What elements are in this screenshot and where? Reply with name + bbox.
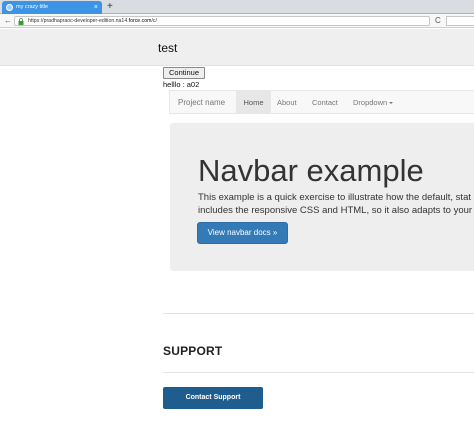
browser-tab[interactable]: my crazy title × — [2, 1, 102, 14]
close-tab-icon[interactable]: × — [94, 1, 98, 14]
jumbotron: Navbar example This example is a quick e… — [170, 123, 474, 271]
nav-item-about[interactable]: About — [277, 91, 297, 114]
browser-toolbar: ← https://pradhapraoc-developer-edition.… — [0, 14, 474, 28]
cloud-favicon-icon — [6, 4, 13, 11]
lock-icon — [18, 18, 24, 25]
tab-title: my crazy title — [16, 4, 49, 10]
dropdown-label: Dropdown — [353, 98, 388, 107]
project-navbar: Project name Home About Contact Dropdown — [169, 90, 474, 114]
view-navbar-docs-button[interactable]: View navbar docs » — [197, 222, 288, 244]
jumbotron-title: Navbar example — [198, 153, 424, 188]
refresh-icon[interactable]: C — [435, 14, 441, 28]
support-heading: SUPPORT — [163, 344, 223, 358]
jumbotron-line-1: This example is a quick exercise to illu… — [198, 192, 471, 203]
address-bar[interactable]: https://pradhapraoc-developer-edition.na… — [14, 16, 430, 26]
hello-text: helllo : a02 — [163, 80, 200, 89]
navbar-brand[interactable]: Project name — [178, 91, 225, 114]
section-divider — [163, 313, 474, 314]
jumbotron-line-2: includes the responsive CSS and HTML, so… — [198, 205, 473, 216]
jumbotron-text: This example is a quick exercise to illu… — [198, 191, 474, 217]
browser-search-box[interactable] — [446, 16, 474, 26]
nav-item-contact[interactable]: Contact — [312, 91, 338, 114]
url-text: https://pradhapraoc-developer-edition.na… — [28, 18, 157, 24]
nav-item-dropdown[interactable]: Dropdown — [353, 91, 394, 114]
contact-support-button[interactable]: Contact Support — [163, 387, 263, 409]
browser-tab-bar: my crazy title × + — [0, 0, 474, 14]
nav-item-home[interactable]: Home — [236, 91, 271, 114]
caret-down-icon — [389, 102, 394, 105]
back-arrow-icon[interactable]: ← — [4, 14, 12, 28]
continue-button[interactable]: Continue — [163, 67, 205, 79]
page-header: test — [0, 29, 474, 66]
page-title: test — [158, 41, 178, 55]
section-divider — [163, 372, 474, 373]
new-tab-button[interactable]: + — [107, 0, 113, 14]
